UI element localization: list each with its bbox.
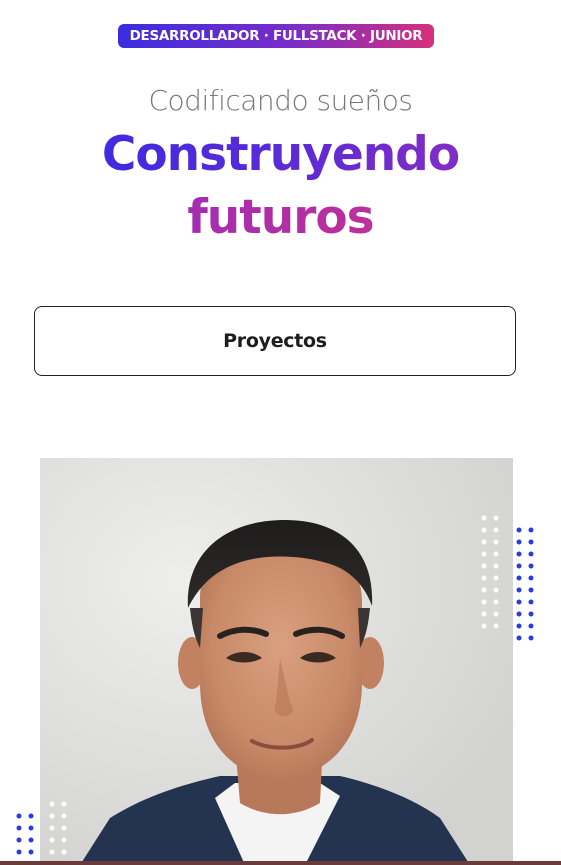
profile-photo xyxy=(40,458,513,865)
role-badge: DESARROLLADOR · FULLSTACK · JUNIOR xyxy=(118,24,434,48)
dots-pattern-blue xyxy=(516,527,534,641)
bottom-divider xyxy=(0,861,561,865)
hero-headline-line1: Construyendo xyxy=(0,127,561,183)
dots-pattern-blue-bottom xyxy=(16,813,34,855)
hero-section: DESARROLLADOR · FULLSTACK · JUNIOR Codif… xyxy=(0,0,561,865)
hero-subtitle: Codificando sueños xyxy=(148,84,414,117)
dots-pattern-white-bottom xyxy=(49,801,67,855)
projects-button[interactable]: Proyectos xyxy=(34,306,516,376)
hero-headline-line2: futuros xyxy=(0,190,561,246)
portrait-illustration xyxy=(40,458,513,865)
dots-pattern-white xyxy=(481,515,499,629)
